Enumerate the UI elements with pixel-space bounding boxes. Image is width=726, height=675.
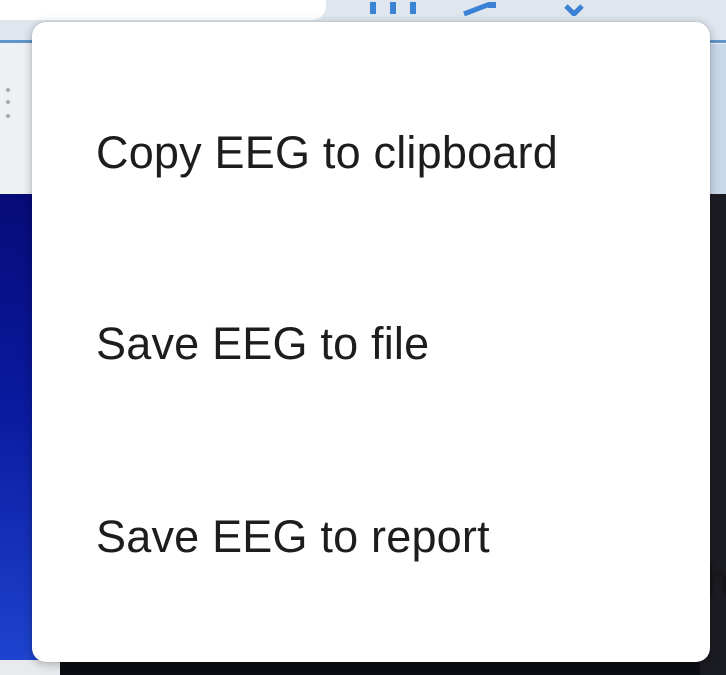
status-strip [0, 660, 60, 675]
expand-icon[interactable] [460, 2, 504, 16]
toolbar-tab [0, 0, 326, 20]
copy-eeg-to-clipboard-item[interactable]: Copy EEG to clipboard [32, 108, 710, 198]
share-icon[interactable] [560, 2, 590, 16]
eeg-context-menu: Copy EEG to clipboard Save EEG to file S… [32, 22, 710, 662]
menu-item-label: Save EEG to report [96, 511, 490, 562]
sliders-icon[interactable] [368, 2, 438, 16]
menu-item-label: Copy EEG to clipboard [96, 127, 558, 178]
grip-dot [6, 114, 10, 118]
side-panel-handle[interactable] [0, 44, 34, 194]
menu-item-label: Save EEG to file [96, 318, 430, 369]
grip-dot [6, 88, 10, 92]
grip-dot [6, 100, 10, 104]
right-panel-edge [710, 44, 726, 194]
save-eeg-to-file-item[interactable]: Save EEG to file [32, 299, 710, 389]
save-eeg-to-report-item[interactable]: Save EEG to report [32, 492, 710, 582]
